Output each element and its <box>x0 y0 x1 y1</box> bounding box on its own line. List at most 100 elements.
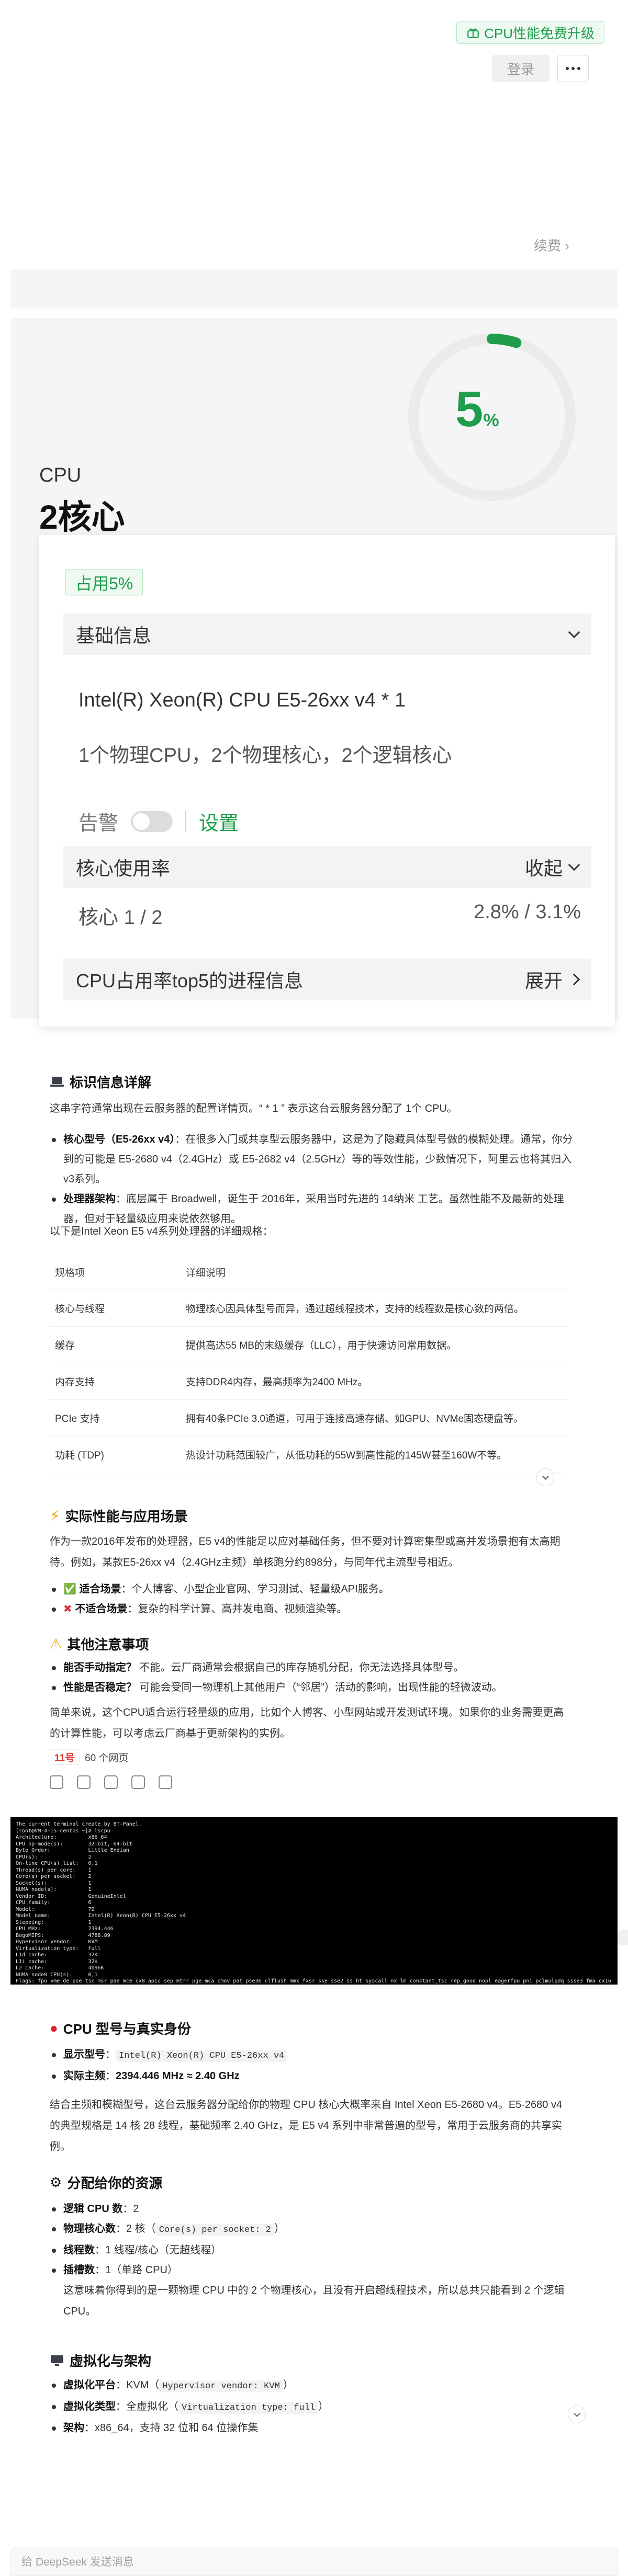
terminal-line: NUMA node0 CPU(s): 0,1 <box>16 1971 98 1978</box>
list-item: 虚拟化类型：全虚拟化（ Virtualization type: full） <box>50 2397 573 2418</box>
scroll-to-bottom-button[interactable] <box>568 2406 586 2423</box>
bullet-text: ：底层属于 Broadwell，诞生于 2016年，采用当时先进的 14纳米 工… <box>63 1193 564 1225</box>
table-intro: 以下是Intel Xeon E5 v4系列处理器的详细规格： <box>50 1226 273 1237</box>
bullet-bold: 处理器架构 <box>63 1193 116 1205</box>
list-item: 线程数：1 线程/核心（无超线程） <box>50 2240 573 2260</box>
alarm-row: 告警 设置 <box>78 807 239 836</box>
more-menu-button[interactable] <box>557 55 589 82</box>
terminal-line: On-line CPU(s) list: 0,1 <box>16 1861 98 1866</box>
terminal-line: Model: 79 <box>16 1906 95 1912</box>
chevron-down-icon <box>568 626 580 639</box>
alarm-settings-link[interactable]: 设置 <box>199 807 239 836</box>
page-root: CPU性能免费升级 登录 续费 › 5% CPU 2核心 占用5% 基础信息 I… <box>0 0 628 2576</box>
thumbs-down-icon[interactable] <box>131 1775 145 1789</box>
source-row[interactable]: 11号 60 个网页 <box>50 1749 129 1765</box>
warning-icon: ⚠ <box>50 1636 62 1651</box>
core-usage-row: 核心 1 / 2 2.8% / 3.1% <box>78 901 581 930</box>
table-row: PCIe 支持 拥有40条PCIe 3.0通道，可用于连接高速存储、如GPU、NV… <box>50 1399 568 1437</box>
table-row: 核心与线程 物理核心因具体型号而异，通过超线程技术，支持的线程数是核心数的两倍。 <box>50 1290 568 1327</box>
top5-process-bar[interactable]: CPU占用率top5的进程信息 展开 <box>63 959 591 1000</box>
perf-bullets: ✅ 适合场景：个人博客、小型企业官网、学习测试、轻量级API服务。 ✖ 不适合场… <box>50 1579 573 1619</box>
chevron-down-icon <box>568 859 580 871</box>
terminal-line: Vendor ID: GenuineIntel <box>16 1893 126 1899</box>
list-item: 虚拟化平台：KVM（ Hypervisor vendor: KVM） <box>50 2375 573 2397</box>
table-row: 缓存 提供高达55 MB的末级缓存（LLC），用于快速访问常用数据。 <box>50 1326 568 1363</box>
section-title: 分配给你的资源 <box>67 2175 163 2191</box>
alarm-toggle[interactable] <box>131 811 173 832</box>
alarm-label: 告警 <box>78 813 119 835</box>
terminal-line: L2 cache: 4096K <box>16 1965 104 1971</box>
table-header: 详细说明 <box>181 1255 568 1290</box>
login-button[interactable]: 登录 <box>492 55 550 82</box>
note-bullets: 能否手动指定？ 不能。云厂商通常会根据自己的库存随机分配，你无法选择具体型号。 … <box>50 1658 573 1697</box>
bullet-bold: 适合场景 <box>79 1583 121 1595</box>
message-input[interactable]: 给 DeepSeek 发送消息 <box>10 2547 618 2576</box>
section-title: 虚拟化与架构 <box>70 2353 152 2369</box>
bullet-bold: 能否手动指定？ <box>63 1662 137 1673</box>
renew-link[interactable]: 续费 › <box>534 235 569 255</box>
list-item: ✅ 适合场景：个人博客、小型企业官网、学习测试、轻量级API服务。 <box>50 1579 573 1599</box>
bullet-bold: 显示型号 <box>63 2049 105 2060</box>
bullet-text: ） <box>283 2379 294 2391</box>
cpu-panel: 5% CPU 2核心 占用5% 基础信息 Intel(R) Xeon(R) CP… <box>10 318 618 1027</box>
table-scroll-button[interactable] <box>536 1468 554 1486</box>
bullet-bold: 线程数 <box>63 2244 95 2256</box>
scroll-handle[interactable] <box>618 1930 628 1945</box>
section-heading: ⚡ 实际性能与应用场景 <box>50 1506 188 1525</box>
top5-label: CPU占用率top5的进程信息 <box>76 970 304 991</box>
server-top-panel: CPU性能免费升级 登录 续费 › <box>10 0 618 309</box>
table-row: 内存支持 支持DDR4内存，最高频率为2400 MHz。 <box>50 1363 568 1400</box>
resource-bullets: 逻辑 CPU 数：2 物理核心数：2 核（ Core(s) per socket:… <box>50 2199 573 2280</box>
list-item: 核心型号（E5-26xx v4）：在很多入门或共享型云服务器中，这是为了隐藏具体… <box>50 1130 573 1189</box>
list-item: 架构：x86_64，支持 32 位和 64 位操作集 <box>50 2418 573 2438</box>
gear-icon: ⚙ <box>50 2174 62 2190</box>
bullet-bold: 不适合场景 <box>75 1603 128 1615</box>
chevron-down-icon <box>573 2410 580 2417</box>
terminal-line: CPU op-mode(s): 32-bit, 64-bit <box>16 1841 132 1847</box>
table-header-row: 规格项 详细说明 <box>50 1255 568 1290</box>
basic-info-label: 基础信息 <box>76 625 152 646</box>
terminal-line: Core(s) per socket: 2 <box>16 1874 92 1879</box>
terminal-line: Model name: Intel(R) Xeon(R) CPU E5-26xx… <box>16 1913 186 1919</box>
bullet-bold: 虚拟化类型 <box>63 2401 116 2412</box>
basic-info-bar[interactable]: 基础信息 <box>63 613 591 655</box>
bullet-bold: 逻辑 CPU 数 <box>63 2203 123 2215</box>
cpu-model: Intel(R) Xeon(R) CPU E5-26xx v4 * 1 <box>78 689 406 711</box>
bullet-text: ：x86_64，支持 32 位和 64 位操作集 <box>84 2422 259 2434</box>
thumbs-up-icon[interactable] <box>104 1775 118 1789</box>
desktop-icon <box>51 2355 63 2366</box>
spec-name-cell: 核心与线程 <box>50 1290 181 1327</box>
cpu-upgrade-badge[interactable]: CPU性能免费升级 <box>456 21 604 44</box>
regenerate-icon[interactable] <box>77 1775 91 1789</box>
section-heading: 标识信息详解 <box>50 1072 151 1091</box>
cpu-description: 1个物理CPU，2个物理核心，2个逻辑核心 <box>78 745 452 767</box>
inline-code: Virtualization type: full <box>178 2402 319 2414</box>
bullet-text: ：复杂的科学计算、高并发电商、视频渲染等。 <box>127 1603 347 1615</box>
terminal-line: BogoMIPS: 4788.89 <box>16 1932 110 1939</box>
chevron-right-icon <box>568 973 580 986</box>
expand-label: 展开 <box>524 970 563 991</box>
spec-detail-cell: 拥有40条PCIe 3.0通道，可用于连接高速存储、如GPU、NVMe固态硬盘等… <box>181 1399 568 1437</box>
divider <box>185 811 187 832</box>
terminal-line: Byte Order: Little Endian <box>16 1848 129 1853</box>
terminal-line: Flags: fpu vme de pse tsc msr pae mce cx… <box>16 1978 611 1984</box>
bullet-text: 不能。云厂商通常会根据自己的库存随机分配，你无法选择具体型号。 <box>137 1662 464 1673</box>
terminal-line: CPU family: 6 <box>16 1900 92 1906</box>
spec-name-cell: PCIe 支持 <box>50 1399 181 1437</box>
bullet-text: ） <box>274 2223 285 2235</box>
terminal-line: CPU(s): 2 <box>16 1854 92 1860</box>
chevron-down-icon <box>542 1473 549 1480</box>
collapse-label: 收起 <box>524 858 563 879</box>
message-actions <box>50 1775 172 1789</box>
terminal-line: The current terminal create by BT-Panel. <box>16 1821 142 1827</box>
spec-table-body: 核心与线程 物理核心因具体型号而异，通过超线程技术，支持的线程数是核心数的两倍。缓… <box>50 1290 568 1473</box>
core-usage-bar[interactable]: 核心使用率 收起 <box>63 846 591 888</box>
share-icon[interactable] <box>159 1775 172 1789</box>
copy-icon[interactable] <box>50 1775 63 1789</box>
source-logo-icon: 11号 <box>50 1749 80 1765</box>
inline-code: Core(s) per socket: 2 <box>155 2224 274 2236</box>
table-row: 功耗 (TDP) 热设计功耗范围较广，从低功耗的55W到高性能的145W甚至160… <box>50 1436 568 1473</box>
model-info-bullets: 显示型号： Intel(R) Xeon(R) CPU E5-26xx v4 实际主… <box>50 2045 573 2086</box>
terminal-line: [root@VM-4-15-centos ~]# lscpu <box>16 1828 110 1834</box>
gift-icon <box>467 28 479 38</box>
